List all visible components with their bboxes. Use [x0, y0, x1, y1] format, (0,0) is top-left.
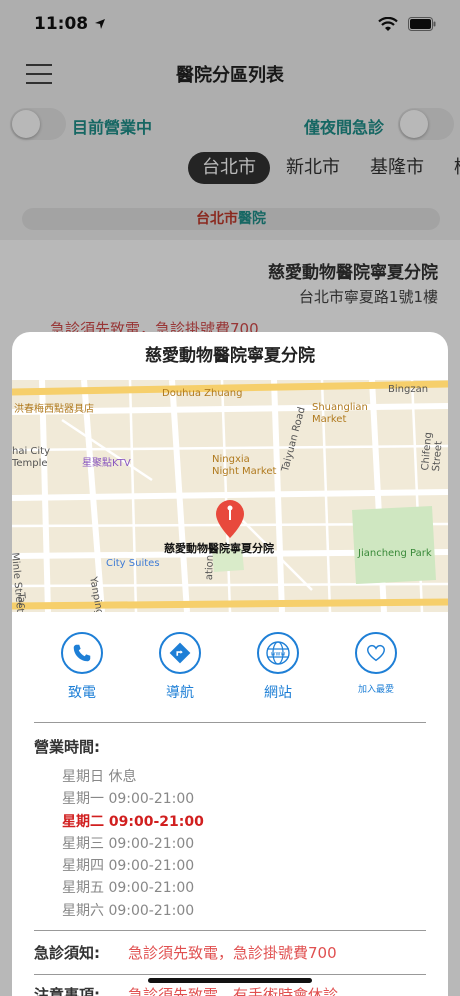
hours-row: 星期日 休息	[62, 766, 362, 788]
website-button[interactable]: www 網站	[238, 632, 318, 702]
hours-row: 星期一 09:00-21:00	[62, 788, 362, 810]
map-label: Ningxia	[212, 454, 250, 465]
notice-value: 急診須先致電，有手術時會休診	[128, 986, 339, 996]
map-marker-label: 慈愛動物醫院寧夏分院	[164, 542, 274, 555]
hours-day: 星期三	[62, 835, 104, 852]
map-label: City Suites	[106, 558, 160, 569]
hours-row: 星期四 09:00-21:00	[62, 855, 362, 877]
hours-day: 星期四	[62, 858, 104, 875]
call-label: 致電	[68, 685, 96, 701]
emergency-label: 急診須知:	[34, 944, 100, 962]
divider	[34, 974, 426, 975]
globe-icon: www	[266, 641, 290, 665]
hours-day: 星期一	[62, 791, 104, 808]
hospital-detail-sheet: 慈愛動物醫院寧夏分院 Douhua Zhuang Bingzan 洪春梅西點器具…	[12, 332, 448, 996]
map-label: Market	[312, 414, 347, 425]
directions-icon	[169, 642, 191, 664]
map-label: Shuanglian	[312, 402, 368, 413]
hours-day: 星期日	[62, 769, 104, 785]
map-label: 星聚點KTV	[82, 458, 131, 469]
map-label: Temple	[12, 458, 48, 469]
map-label: hai City	[12, 446, 51, 457]
hours-day: 星期五	[62, 880, 104, 897]
map-pin-icon[interactable]	[212, 498, 248, 542]
hours-time: 09:00-21:00	[108, 880, 195, 897]
navigate-label: 導航	[166, 685, 194, 701]
divider	[34, 722, 426, 723]
map-view[interactable]: Douhua Zhuang Bingzan 洪春梅西點器具店 Shuanglia…	[12, 380, 448, 612]
hours-time: 09:00-21:00	[108, 902, 195, 919]
hours-row: 星期五 09:00-21:00	[62, 877, 362, 899]
hours-row: 星期六 09:00-21:00	[62, 900, 362, 922]
hours-row: 星期二 09:00-21:00	[62, 811, 362, 833]
map-label: Jiancheng Park	[358, 548, 432, 559]
map-label: Douhua Zhuang	[162, 388, 243, 399]
map-label: Bingzan	[388, 384, 429, 395]
hours-row: 星期三 09:00-21:00	[62, 833, 362, 855]
hours-time: 09:00-21:00	[108, 858, 195, 875]
website-glyph: www	[271, 651, 286, 658]
hours-time: 09:00-21:00	[108, 835, 195, 852]
favorite-label: 加入最愛	[357, 685, 394, 695]
website-label: 網站	[264, 685, 292, 701]
map-label: Chifeng Street	[420, 431, 445, 472]
notice-label: 注意事項:	[34, 986, 100, 996]
hours-day: 星期二	[62, 813, 104, 830]
divider	[34, 930, 426, 931]
map-label: Night Market	[212, 466, 277, 477]
call-button[interactable]: 致電	[42, 632, 122, 702]
map-label: 洪春梅西點器具店	[14, 404, 94, 415]
hours-list: 星期日 休息 星期一 09:00-21:00 星期二 09:00-21:00 星期三 …	[62, 766, 362, 922]
map-label: Tac	[15, 592, 28, 609]
phone-icon	[73, 644, 91, 662]
hours-time: 09:00-21:00	[108, 791, 195, 808]
favorite-button[interactable]: 加入最愛	[336, 632, 416, 695]
sheet-title: 慈愛動物醫院寧夏分院	[145, 346, 315, 366]
home-indicator[interactable]	[148, 978, 312, 983]
heart-icon	[367, 644, 385, 662]
hours-time: 09:00-21:00	[108, 813, 204, 830]
hours-day: 星期六	[62, 902, 104, 919]
hours-title: 營業時間:	[34, 738, 100, 756]
emergency-value: 急診須先致電，急診掛號費700	[128, 944, 337, 962]
navigate-button[interactable]: 導航	[140, 632, 220, 702]
action-row: 致電 導航 www 網站 加入最愛	[12, 632, 448, 712]
hours-time: 休息	[108, 769, 137, 785]
